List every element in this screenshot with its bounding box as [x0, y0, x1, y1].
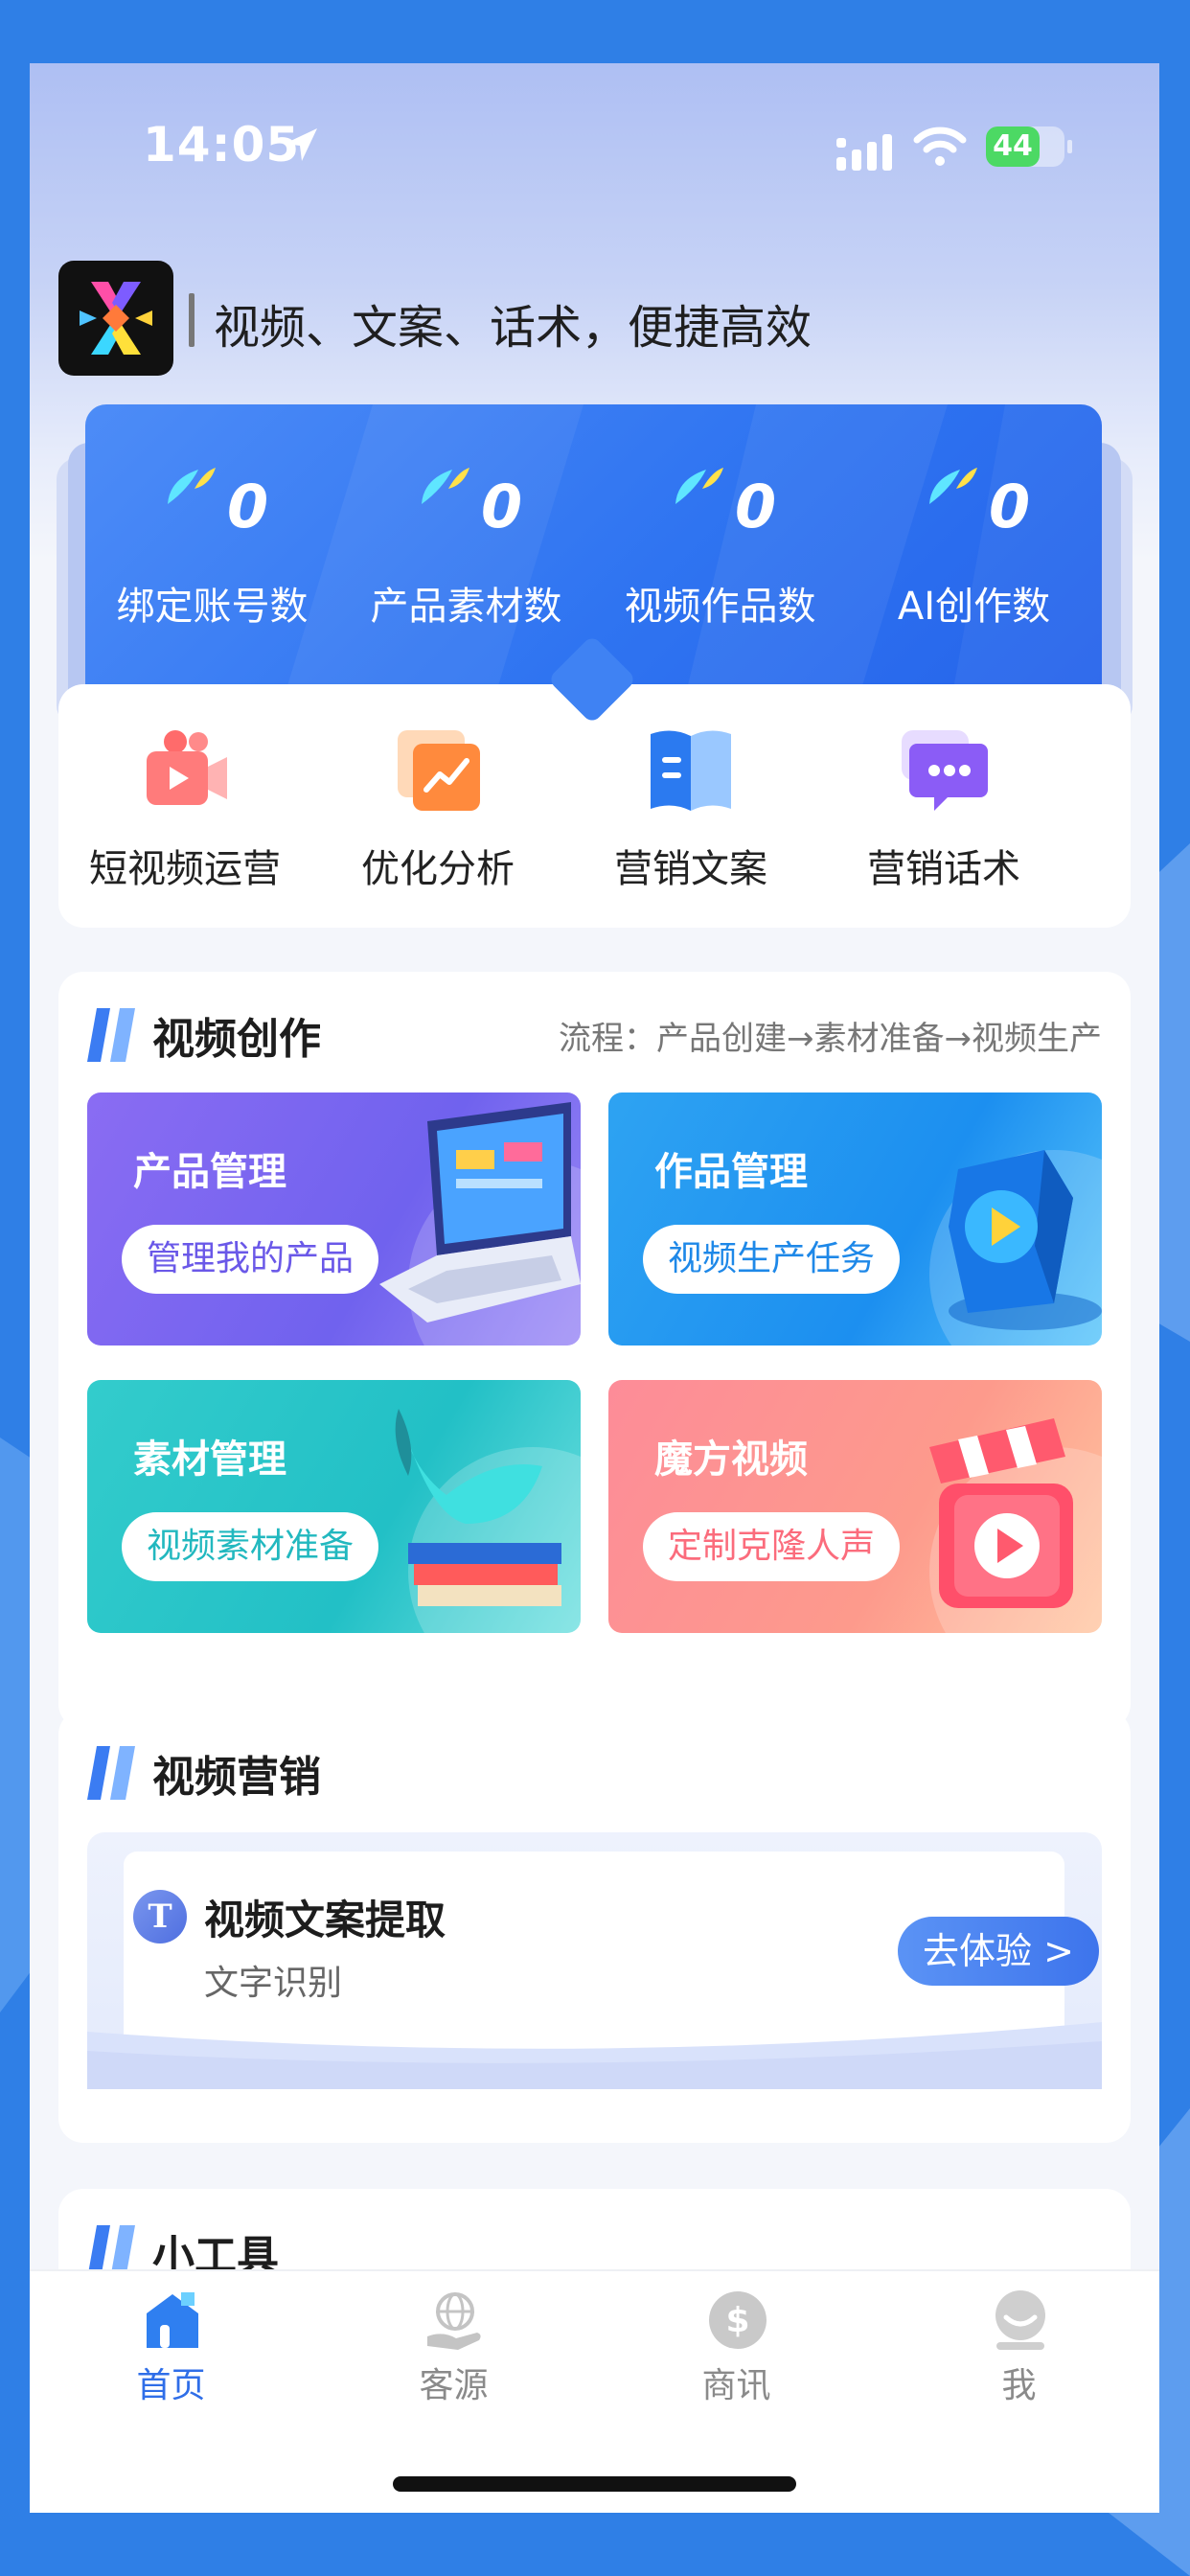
tile-works-management[interactable]: 作品管理 视频生产任务	[608, 1092, 1102, 1346]
tab-profile[interactable]: 我	[878, 2271, 1159, 2415]
stat-product-materials[interactable]: 0 产品素材数	[339, 404, 593, 692]
stat-ai-creations[interactable]: 0 AI创作数	[847, 404, 1101, 692]
dollar-coin-icon: $	[709, 2291, 767, 2349]
stat-video-works[interactable]: 0 视频作品数	[593, 404, 847, 692]
quick-marketing-talk[interactable]: 营销话术	[817, 684, 1070, 928]
card-wave-decoration	[87, 2022, 1102, 2089]
section-stripes-icon	[87, 1008, 135, 1062]
tile-button[interactable]: 视频素材准备	[122, 1512, 379, 1581]
home-icon	[147, 2292, 198, 2348]
tab-business-news[interactable]: $ 商讯	[595, 2271, 878, 2415]
bottom-tab-bar: 首页 客源 $ 商讯 我	[30, 2269, 1159, 2513]
section-title: 视频创作	[152, 1015, 321, 1064]
svg-text:$: $	[725, 2301, 749, 2340]
clapperboard-illustration-icon	[929, 1418, 1102, 1633]
laptop-illustration-icon	[379, 1102, 581, 1346]
tab-home[interactable]: 首页	[30, 2271, 312, 2415]
home-indicator	[393, 2476, 796, 2492]
location-arrow-icon	[285, 128, 317, 161]
text-recognition-icon: T	[133, 1890, 187, 1944]
chart-analysis-icon	[398, 730, 480, 811]
chat-bubble-icon	[902, 730, 988, 811]
tile-material-management[interactable]: 素材管理 视频素材准备	[87, 1380, 581, 1633]
stat-sparkle-icon	[675, 468, 723, 504]
stat-sparkle-icon	[929, 468, 977, 504]
text-extraction-card[interactable]: T 视频文案提取 文字识别 去体验 >	[87, 1832, 1102, 2089]
tile-button[interactable]: 视频生产任务	[643, 1225, 901, 1294]
quick-optimize-analysis[interactable]: 优化分析	[311, 684, 564, 928]
globe-hand-icon	[427, 2292, 481, 2350]
feature-title: 视频文案提取	[204, 1897, 446, 1944]
section-stripes-icon	[87, 1746, 135, 1800]
video-marketing-section: 视频营销 T 视频文案提取 文字识别 去体验 >	[58, 1710, 1131, 2143]
profile-icon	[995, 2290, 1045, 2350]
feature-subtitle: 文字识别	[204, 1964, 343, 2003]
stat-sparkle-icon	[422, 468, 469, 504]
wifi-icon	[913, 126, 967, 166]
header-divider	[189, 293, 195, 347]
app-slogan: 视频、文案、话术，便捷高效	[214, 301, 812, 355]
stat-bound-accounts[interactable]: 0 绑定账号数	[85, 404, 339, 692]
tile-magic-video[interactable]: 魔方视频 定制克隆人声	[608, 1380, 1102, 1633]
gramophone-illustration-icon	[395, 1409, 581, 1633]
app-logo	[58, 261, 173, 376]
tile-product-management[interactable]: 产品管理 管理我的产品	[87, 1092, 581, 1346]
status-time: 14:05	[143, 117, 301, 172]
quick-actions: 短视频运营 优化分析 营销文案 营销话术	[58, 684, 1131, 928]
try-it-button[interactable]: 去体验 >	[898, 1917, 1099, 1986]
battery-level: 44	[986, 126, 1040, 167]
video-camera-icon	[147, 730, 227, 805]
stat-sparkle-icon	[168, 468, 216, 504]
phone-screen: 14:05 44 视频、文案、话术，便捷高效 0 绑定账号数 0 产品素材数 0…	[30, 63, 1159, 2513]
quick-short-video[interactable]: 短视频运营	[58, 684, 311, 928]
workflow-hint: 流程：产品创建→素材准备→视频生产	[559, 1020, 1102, 1058]
quick-marketing-copy[interactable]: 营销文案	[564, 684, 817, 928]
cellular-signal-icon	[836, 134, 892, 171]
tile-button[interactable]: 定制克隆人声	[643, 1512, 901, 1581]
book-icon	[651, 730, 731, 811]
tab-customers[interactable]: 客源	[312, 2271, 595, 2415]
status-bar: 14:05 44	[30, 63, 1159, 207]
section-title: 视频营销	[152, 1753, 321, 1802]
battery-indicator: 44	[986, 126, 1072, 167]
video-creation-section: 视频创作 流程：产品创建→素材准备→视频生产 产品管理 管理我的产品 作品管理 …	[58, 972, 1131, 1729]
tile-button[interactable]: 管理我的产品	[122, 1225, 379, 1294]
cube-play-illustration-icon	[929, 1150, 1102, 1346]
